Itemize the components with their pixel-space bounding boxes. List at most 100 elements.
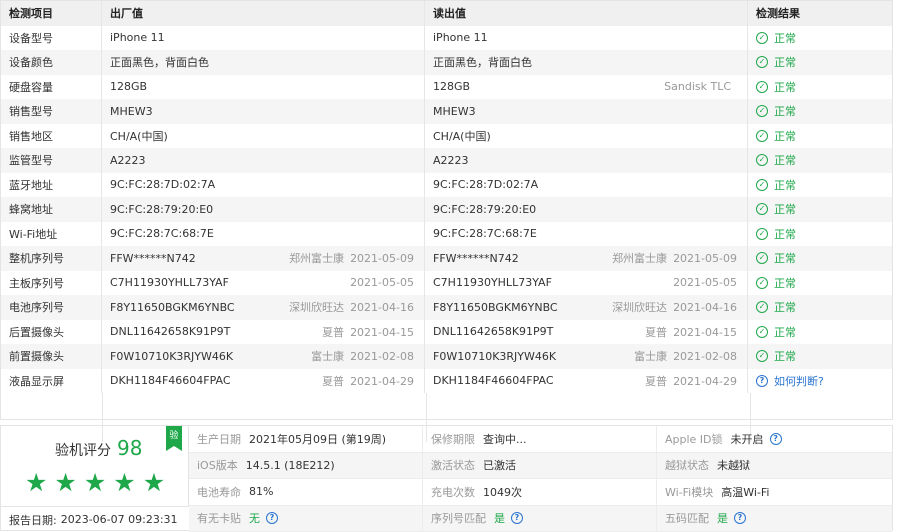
factory-cell: A2223 [102,148,425,173]
vendor-note: Sandisk TLC [664,80,731,93]
vendor-note: 郑州富士康 [289,252,344,265]
summary-value: 81% [249,485,273,498]
check-circle-icon: ✓ [756,179,768,191]
item-label: 蜂窝地址 [1,197,102,222]
date-note: 2021-05-05 [350,276,414,289]
table-row: 后置摄像头DNL11642658K91P9T夏普2021-04-15DNL116… [1,320,892,345]
read-value: MHEW3 [433,105,739,118]
table-row: 销售型号MHEW3MHEW3✓正常 [1,99,892,124]
result-cell: ✓ 正常 [748,26,892,51]
result-ok: ✓ 正常 [756,299,796,315]
factory-cell: 9C:FC:28:7D:02:7A [102,173,425,198]
result-help-link[interactable]: ?如何判断? [756,373,824,389]
check-circle-icon: ✓ [756,81,768,93]
item-label: Wi-Fi地址 [1,222,102,247]
read-cell: DKH1184F46604FPAC夏普2021-04-29 [425,369,748,394]
vendor-note: 夏普 [322,375,344,388]
result-ok: ✓正常 [756,226,796,242]
table-row: 设备型号 iPhone 11 iPhone 11 ✓ 正常 [1,26,892,51]
date-note: 2021-02-08 [350,350,414,363]
date-note: 2021-04-15 [673,326,737,339]
factory-cell: 9C:FC:28:79:20:E0 [102,197,425,222]
read-cell: FFW******N742郑州富士康2021-05-09 [425,246,748,271]
summary-row: 有无卡贴无?序列号匹配是?五码匹配是? [189,506,892,532]
result-ok: ✓正常 [756,54,796,70]
result-text: 正常 [774,79,796,95]
question-circle-icon[interactable]: ? [266,512,278,524]
factory-value: 128GB [110,80,416,93]
item-label: 整机序列号 [1,246,102,271]
star-icon: ★ [25,470,47,495]
inspection-table: 检测项目 出厂值 读出值 检测结果 设备型号iPhone 11iPhone 11… [0,0,893,420]
read-value: 128GB [433,80,664,93]
summary-label: 越狱状态 [665,457,709,473]
result-text: 正常 [774,128,796,144]
read-value: CH/A(中国) [433,128,739,144]
date-note: 2021-05-05 [673,276,737,289]
summary-row: 电池寿命81%充电次数1049次Wi-Fi模块高温Wi-Fi [189,479,892,506]
result-ok: ✓ 正常 [756,324,796,340]
check-circle-icon: ✓ [756,32,768,44]
result-text: 正常 [774,30,796,46]
header-read: 读出值 [425,1,748,26]
factory-value: iPhone 11 [110,31,416,44]
vendor-note: 夏普 [645,326,667,339]
result-cell: ✓正常 [748,271,892,296]
summary-value: 1049次 [483,484,522,500]
read-value: A2223 [433,154,739,167]
date-note: 2021-04-16 [350,301,414,314]
header-factory: 出厂值 [102,1,425,26]
read-cell: 9C:FC:28:7C:68:7E [425,222,748,247]
factory-value: 9C:FC:28:7D:02:7A [110,178,416,191]
check-circle-icon: ✓ [756,277,768,289]
result-text: 正常 [774,299,796,315]
summary-grid: 生产日期2021年05月09日 (第19周)保修期限查询中...Apple ID… [189,426,892,532]
vendor-note: 夏普 [322,326,344,339]
question-circle-icon[interactable]: ? [511,512,523,524]
factory-cell: 128GB [102,75,425,100]
item-label: 设备型号 [1,26,102,51]
date-note: 2021-05-09 [350,252,414,265]
item-label: 设备颜色 [1,50,102,75]
result-cell: ✓正常 [748,222,892,247]
item-label: 液晶显示屏 [1,369,102,394]
factory-cell: 正面黑色，背面白色 [102,50,425,75]
factory-cell: DNL11642658K91P9T夏普2021-04-15 [102,320,425,345]
factory-value: 9C:FC:28:7C:68:7E [110,227,416,240]
question-circle-icon[interactable]: ? [770,433,782,445]
summary-value: 高温Wi-Fi [721,484,769,500]
result-cell: ✓ 正常 [748,320,892,345]
read-value: 9C:FC:28:7D:02:7A [433,178,739,191]
result-text: 正常 [774,226,796,242]
summary-label: 序列号匹配 [431,510,486,526]
summary-row: 生产日期2021年05月09日 (第19周)保修期限查询中...Apple ID… [189,426,892,453]
check-circle-icon: ✓ [756,326,768,338]
report-date-value: 2023-06-07 09:23:31 [61,513,178,526]
vendor-note: 深圳欣旺达 [612,301,667,314]
read-cell: iPhone 11 [425,26,748,51]
read-cell: F8Y11650BGKM6YNBC深圳欣旺达2021-04-16 [425,295,748,320]
result-ok: ✓正常 [756,103,796,119]
question-circle-icon[interactable]: ? [734,512,746,524]
table-row: 液晶显示屏DKH1184F46604FPAC夏普2021-04-29DKH118… [1,369,892,394]
summary-label: 有无卡贴 [197,510,241,526]
header-item: 检测项目 [1,1,102,26]
result-ok: ✓正常 [756,275,796,291]
summary-label: 激活状态 [431,457,475,473]
summary-value: 是 [717,510,728,526]
result-cell: ?如何判断? [748,369,892,394]
result-text: 正常 [774,324,796,340]
summary-value: 未开启 [731,431,764,447]
summary-label: 五码匹配 [665,510,709,526]
factory-cell: F8Y11650BGKM6YNBC深圳欣旺达2021-04-16 [102,295,425,320]
factory-cell: MHEW3 [102,99,425,124]
summary-row: iOS版本14.5.1 (18E212)激活状态已激活越狱状态未越狱 [189,453,892,480]
result-text[interactable]: 如何判断? [774,373,824,389]
star-icon: ★ [113,470,135,495]
item-label: 电池序列号 [1,295,102,320]
table-row: 硬盘容量128GB128GBSandisk TLC✓正常 [1,75,892,100]
factory-value: CH/A(中国) [110,128,416,144]
factory-value: C7H11930YHLL73YAF [110,276,344,289]
check-circle-icon: ✓ [756,301,768,313]
result-ok: ✓正常 [756,128,796,144]
